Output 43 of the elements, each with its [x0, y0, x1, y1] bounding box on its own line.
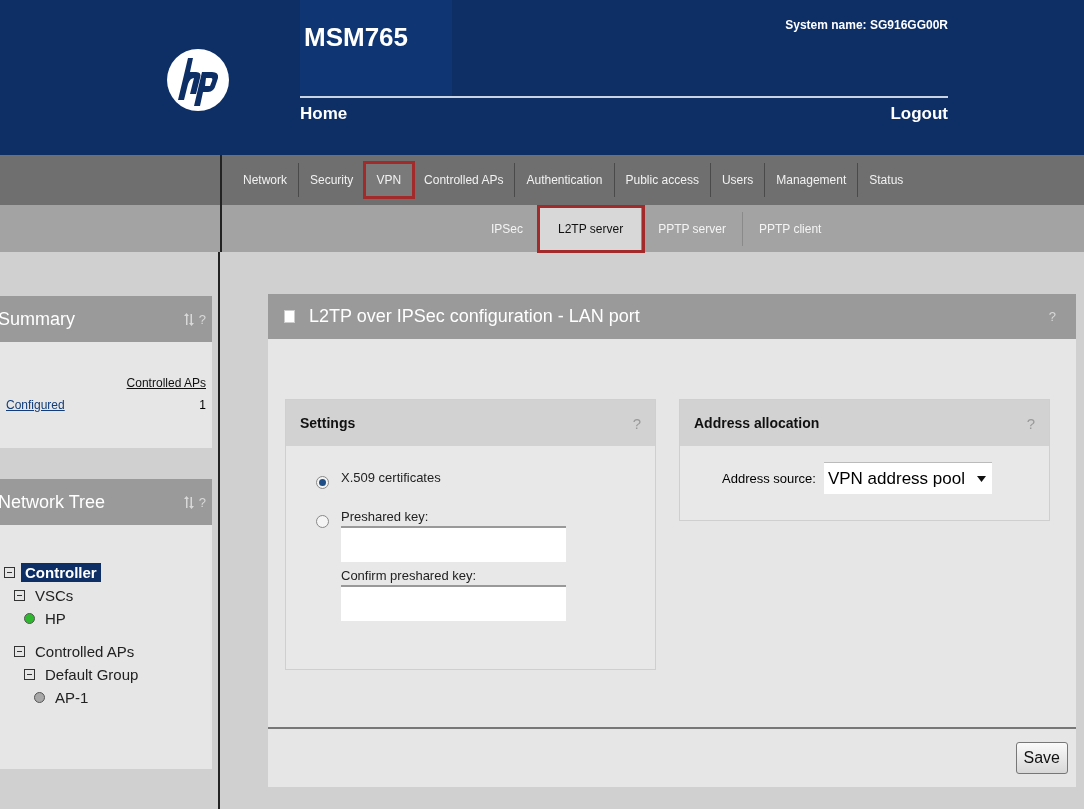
- field-label: Address source:: [722, 470, 816, 486]
- collapse-icon[interactable]: [14, 590, 25, 601]
- confirm-key-field[interactable]: [341, 585, 566, 621]
- option-label: Preshared key:: [341, 509, 430, 524]
- nav-tab[interactable]: Management: [765, 163, 859, 197]
- nav-tab[interactable]: Users: [710, 163, 766, 197]
- collapse-icon[interactable]: [4, 567, 15, 578]
- caret-icon: [976, 475, 986, 482]
- field-label: Confirm preshared key:: [341, 568, 478, 583]
- column-header: Controlled APs: [125, 376, 206, 390]
- address-source-dropdown[interactable]: VPN address pool: [823, 462, 992, 494]
- nav-tab[interactable]: Status: [858, 163, 915, 197]
- panel-title: L2TP over IPSec configuration - LAN port: [309, 306, 641, 327]
- summary-link[interactable]: Configured: [6, 398, 65, 412]
- panel-title: Network Tree: [0, 491, 106, 513]
- box-title: Settings: [300, 415, 356, 431]
- nav-tab[interactable]: Network: [232, 163, 299, 197]
- tree-item[interactable]: VSCs: [31, 586, 78, 605]
- logo-icon: [166, 48, 230, 112]
- radio-button[interactable]: [316, 476, 329, 489]
- option-label: X.509 certificates: [341, 470, 441, 485]
- square-icon: [284, 310, 295, 323]
- collapse-icon[interactable]: [24, 669, 35, 680]
- collapse-icon[interactable]: [14, 646, 25, 657]
- preshared-key-field[interactable]: [341, 526, 566, 562]
- system-name: System name: SG916GG00R: [785, 17, 948, 34]
- box-title: Address allocation: [694, 415, 820, 431]
- tree-item[interactable]: AP-1: [51, 688, 93, 707]
- tree-item[interactable]: HP: [41, 609, 70, 628]
- nav-tab[interactable]: VPN: [365, 163, 414, 197]
- radio-button[interactable]: [316, 515, 329, 528]
- save-button[interactable]: Save: [1015, 742, 1068, 774]
- tree-item[interactable]: Controlled APs: [31, 642, 139, 661]
- header-link[interactable]: Home: [300, 104, 348, 124]
- sub-tab[interactable]: L2TP server: [540, 207, 643, 250]
- count: 1: [199, 398, 206, 412]
- header-link[interactable]: Logout: [890, 104, 948, 124]
- nav-tab[interactable]: Authentication: [515, 163, 615, 197]
- tree-item[interactable]: Controller: [21, 563, 101, 582]
- nav-tab[interactable]: Controlled APs: [413, 163, 516, 197]
- nav-tab[interactable]: Public access: [614, 163, 711, 197]
- tree-item[interactable]: Default Group: [41, 665, 143, 684]
- product-title: MSM765: [300, 0, 452, 96]
